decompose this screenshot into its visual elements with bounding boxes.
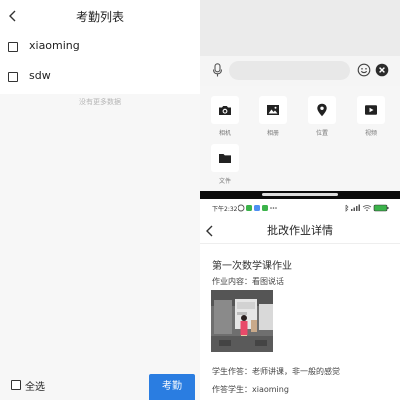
homework-detail-header: 批改作业详情 xyxy=(200,218,400,242)
checkin-button[interactable]: 考勤 xyxy=(149,374,195,400)
student-answer: 学生作答：老师讲课，非一般的感觉 xyxy=(212,367,340,376)
checkin-list-header: 考勤列表 xyxy=(0,0,200,34)
home-indicator xyxy=(262,193,338,196)
tool-tile xyxy=(308,96,336,124)
no-more-data-text: 没有更多数据 xyxy=(79,98,121,106)
homework-photo[interactable] xyxy=(211,290,273,352)
tool-camera[interactable]: 相机 xyxy=(211,96,239,137)
location-icon xyxy=(317,103,327,117)
tool-file[interactable]: 文件 xyxy=(211,144,239,185)
tool-video[interactable]: 视频 xyxy=(357,96,385,137)
image-icon xyxy=(267,105,279,115)
homework-title: 第一次数学课作业 xyxy=(212,261,292,272)
homework-content: 作业内容：看图说话 xyxy=(212,277,284,286)
page-title: 考勤列表 xyxy=(75,10,124,24)
tool-label: 相机 xyxy=(218,130,231,137)
attachment-panel: 相机 相册 位置 视频 文件 xyxy=(200,86,400,191)
tool-tile xyxy=(211,144,239,172)
video-icon xyxy=(365,105,377,115)
tool-label: 相册 xyxy=(266,130,279,137)
tool-label: 视频 xyxy=(364,130,377,137)
status-time: 下午2:32 xyxy=(212,206,238,213)
delete-icon[interactable] xyxy=(375,63,389,77)
answering-student: 作答学生：xiaoming xyxy=(212,385,289,394)
page-title: 批改作业详情 xyxy=(267,224,333,237)
microphone-icon[interactable] xyxy=(212,63,223,77)
notification-icons xyxy=(237,204,278,214)
student-checkbox[interactable] xyxy=(8,42,18,52)
list-item[interactable]: xiaoming xyxy=(0,34,200,64)
tool-location[interactable]: 位置 xyxy=(308,96,336,137)
header-divider xyxy=(200,243,400,244)
select-all-label: 全选 xyxy=(25,382,45,393)
student-name: xiaoming xyxy=(29,39,80,52)
select-all-checkbox[interactable] xyxy=(11,380,21,390)
message-input[interactable] xyxy=(229,61,350,80)
tool-tile xyxy=(211,96,239,124)
tool-tile xyxy=(259,96,287,124)
folder-icon xyxy=(219,154,231,163)
checkin-list-screen: 考勤列表 xiaoming sdw 没有更多数据 全选 考勤 xyxy=(0,0,200,400)
student-name: sdw xyxy=(29,69,51,82)
student-list: xiaoming sdw xyxy=(0,34,200,94)
camera-icon xyxy=(219,106,231,115)
tool-label: 文件 xyxy=(218,178,231,185)
student-checkbox[interactable] xyxy=(8,72,18,82)
right-screens: 相机 相册 位置 视频 文件 下午2:32 批改作业详情 第一次数学课作业 作业… xyxy=(200,0,400,400)
chat-input-bar xyxy=(200,56,400,86)
tool-label: 位置 xyxy=(315,130,328,137)
status-bar: 下午2:32 xyxy=(200,202,400,216)
system-status-icons xyxy=(344,204,390,214)
chat-message-area xyxy=(200,0,400,56)
tool-album[interactable]: 相册 xyxy=(259,96,287,137)
list-item[interactable]: sdw xyxy=(0,64,200,94)
emoji-icon[interactable] xyxy=(357,63,371,77)
tool-tile xyxy=(357,96,385,124)
